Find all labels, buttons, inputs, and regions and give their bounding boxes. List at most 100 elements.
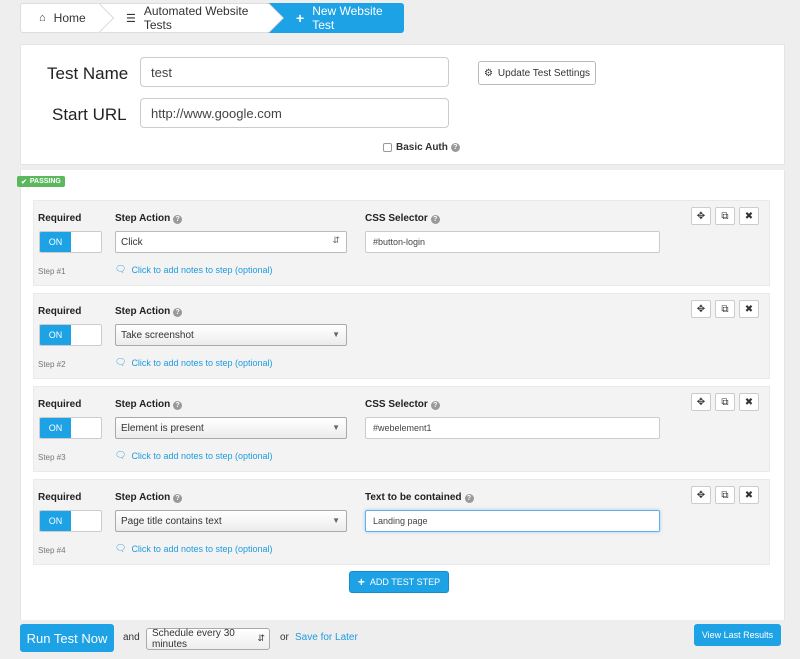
- breadcrumb-new-label: New Website Test: [312, 4, 383, 32]
- copy-icon[interactable]: ⧉: [715, 207, 735, 225]
- required-toggle[interactable]: ON: [39, 510, 102, 532]
- copy-icon[interactable]: ⧉: [715, 300, 735, 318]
- plus-icon: +: [296, 10, 305, 26]
- step-action-select[interactable]: Page title contains text ▼: [115, 510, 347, 532]
- step-action-value: Click: [121, 236, 143, 248]
- comment-icon: 🗨: [115, 357, 127, 367]
- step-action-select[interactable]: Click ⇵: [115, 231, 347, 253]
- required-label: Required: [38, 213, 82, 224]
- add-notes-text: Click to add notes to step (optional): [131, 450, 273, 461]
- list-icon: ☰: [126, 12, 136, 25]
- css-selector-text: CSS Selector: [365, 213, 428, 224]
- schedule-select[interactable]: Schedule every 30 minutes ⇵: [146, 628, 270, 650]
- step-action-text: Step Action: [115, 213, 171, 224]
- css-selector-text: CSS Selector: [365, 399, 428, 410]
- step-action-label: Step Action?: [115, 213, 183, 224]
- step-number: Step #1: [38, 267, 66, 276]
- help-icon: ?: [430, 215, 440, 224]
- start-url-label: Start URL: [52, 105, 127, 124]
- test-step: Required ON Step #2 Step Action? Take sc…: [33, 293, 770, 379]
- toggle-on: ON: [40, 325, 71, 345]
- step-number: Step #3: [38, 453, 66, 462]
- toggle-on: ON: [40, 511, 71, 531]
- add-notes-link[interactable]: 🗨 Click to add notes to step (optional): [115, 543, 273, 554]
- required-toggle[interactable]: ON: [39, 231, 102, 253]
- test-name-label: Test Name: [47, 64, 129, 83]
- and-text: and: [123, 632, 140, 643]
- text-contained-label: Text to be contained?: [365, 492, 474, 503]
- step-action-text: Step Action: [115, 306, 171, 317]
- breadcrumb-automated-tests[interactable]: ☰ Automated Website Tests: [98, 3, 284, 33]
- plus-icon: +: [357, 575, 365, 589]
- status-badge: ✔ PASSING: [17, 176, 65, 187]
- comment-icon: 🗨: [115, 450, 127, 460]
- chevron-down-icon: ▼: [332, 516, 340, 525]
- add-notes-link[interactable]: 🗨 Click to add notes to step (optional): [115, 264, 273, 275]
- copy-icon[interactable]: ⧉: [715, 486, 735, 504]
- update-test-settings-button[interactable]: ⚙ Update Test Settings: [478, 61, 596, 85]
- test-settings-panel: Test Name test ⚙ Update Test Settings Sta…: [20, 44, 785, 165]
- gears-icon: ⚙: [483, 67, 493, 79]
- required-label: Required: [38, 492, 82, 503]
- copy-icon[interactable]: ⧉: [715, 393, 735, 411]
- close-icon[interactable]: ✖: [739, 207, 759, 225]
- breadcrumb-automated-label: Automated Website Tests: [143, 4, 249, 32]
- help-icon: ?: [173, 401, 183, 410]
- updown-arrow-icon: ⇵: [332, 235, 340, 245]
- step-number: Step #4: [38, 546, 66, 555]
- breadcrumb-home[interactable]: ⌂ Home: [20, 3, 114, 33]
- add-notes-link[interactable]: 🗨 Click to add notes to step (optional): [115, 357, 273, 368]
- required-label: Required: [38, 306, 82, 317]
- step-action-label: Step Action?: [115, 399, 183, 410]
- test-step: Required ON Step #1 Step Action? Click ⇵ …: [33, 200, 770, 286]
- help-icon: ?: [464, 494, 474, 503]
- add-notes-link[interactable]: 🗨 Click to add notes to step (optional): [115, 450, 273, 461]
- move-icon[interactable]: ✥: [691, 207, 711, 225]
- step-action-select[interactable]: Element is present ▼: [115, 417, 347, 439]
- basic-auth-option[interactable]: Basic Auth?: [383, 142, 460, 153]
- css-selector-input[interactable]: #button-login: [365, 231, 660, 253]
- css-selector-label: CSS Selector?: [365, 399, 440, 410]
- close-icon[interactable]: ✖: [739, 393, 759, 411]
- start-url-input[interactable]: http://www.google.com: [140, 98, 449, 128]
- check-icon: ✔: [21, 178, 27, 186]
- help-icon: ?: [173, 494, 183, 503]
- test-name-input[interactable]: test: [140, 57, 449, 87]
- move-icon[interactable]: ✥: [691, 486, 711, 504]
- basic-auth-checkbox[interactable]: [383, 143, 392, 152]
- run-test-now-button[interactable]: Run Test Now: [20, 624, 114, 652]
- step-action-value: Take screenshot: [121, 329, 194, 341]
- add-test-step-button[interactable]: + ADD TEST STEP: [349, 571, 449, 593]
- comment-icon: 🗨: [115, 543, 127, 553]
- home-icon: ⌂: [39, 12, 46, 24]
- required-toggle[interactable]: ON: [39, 417, 102, 439]
- status-badge-label: PASSING: [29, 178, 61, 185]
- move-icon[interactable]: ✥: [691, 393, 711, 411]
- add-notes-text: Click to add notes to step (optional): [131, 264, 273, 275]
- comment-icon: 🗨: [115, 264, 127, 274]
- toggle-on: ON: [40, 418, 71, 438]
- close-icon[interactable]: ✖: [739, 486, 759, 504]
- help-icon: ?: [430, 401, 440, 410]
- move-icon[interactable]: ✥: [691, 300, 711, 318]
- view-last-results-button[interactable]: View Last Results: [694, 624, 781, 646]
- help-icon: ?: [173, 215, 183, 224]
- required-label: Required: [38, 399, 82, 410]
- test-step: Required ON Step #4 Step Action? Page ti…: [33, 479, 770, 565]
- chevron-down-icon: ▼: [332, 423, 340, 432]
- text-contained-input[interactable]: Landing page: [365, 510, 660, 532]
- update-settings-label: Update Test Settings: [497, 67, 591, 79]
- test-step: Required ON Step #3 Step Action? Element…: [33, 386, 770, 472]
- breadcrumb: ⌂ Home ☰ Automated Website Tests + New Webs…: [20, 3, 404, 33]
- required-toggle[interactable]: ON: [39, 324, 102, 346]
- step-action-select[interactable]: Take screenshot ▼: [115, 324, 347, 346]
- toggle-on: ON: [40, 232, 71, 252]
- css-selector-input[interactable]: #webelement1: [365, 417, 660, 439]
- close-icon[interactable]: ✖: [739, 300, 759, 318]
- add-test-step-label: ADD TEST STEP: [369, 577, 441, 587]
- save-for-later-link[interactable]: Save for Later: [295, 632, 358, 643]
- footer-bar: Run Test Now and Schedule every 30 minut…: [0, 620, 800, 659]
- step-action-value: Page title contains text: [121, 515, 222, 527]
- breadcrumb-home-label: Home: [53, 11, 86, 25]
- step-action-text: Step Action: [115, 399, 171, 410]
